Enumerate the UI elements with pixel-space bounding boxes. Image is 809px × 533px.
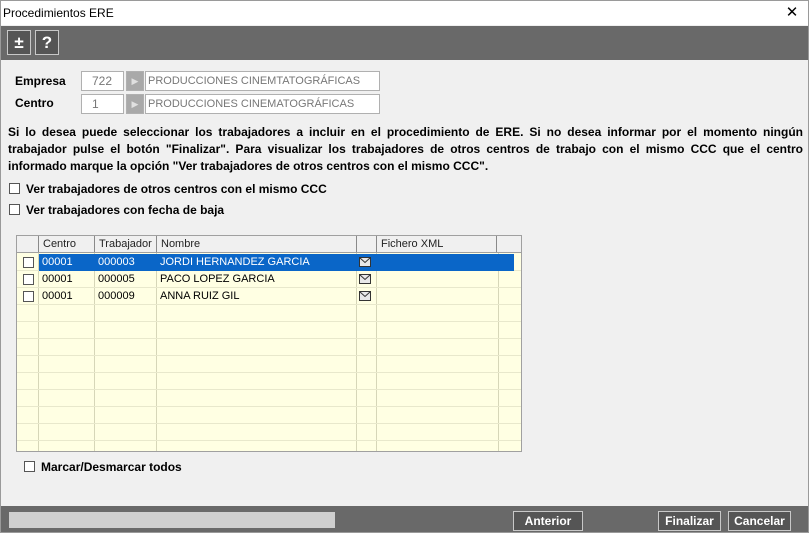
header-nombre[interactable]: Nombre bbox=[157, 236, 357, 252]
bottom-bar: Anterior Finalizar Cancelar bbox=[1, 506, 808, 532]
header-trabajador[interactable]: Trabajador bbox=[95, 236, 157, 252]
empresa-label: Empresa bbox=[15, 74, 66, 88]
select-all-option[interactable]: Marcar/Desmarcar todos bbox=[24, 461, 182, 475]
table-row[interactable]: 00001 000005 PACO LOPEZ GARCIA bbox=[17, 271, 521, 288]
close-icon[interactable]: ✕ bbox=[780, 2, 804, 24]
centro-label: Centro bbox=[15, 96, 54, 110]
leave-date-label: Ver trabajadores con fecha de baja bbox=[26, 203, 225, 217]
cell-centro: 00001 bbox=[42, 273, 73, 285]
envelope-icon[interactable] bbox=[359, 274, 371, 284]
header-fichero-xml[interactable]: Fichero XML bbox=[377, 236, 497, 252]
select-all-label: Marcar/Desmarcar todos bbox=[41, 460, 182, 474]
toolbar: ± ? bbox=[1, 26, 808, 60]
header-check-column bbox=[17, 236, 39, 252]
grid-line bbox=[17, 338, 521, 339]
grid-line bbox=[17, 389, 521, 390]
grid-line bbox=[17, 372, 521, 373]
leave-date-checkbox[interactable] bbox=[9, 204, 20, 216]
leave-date-option[interactable]: Ver trabajadores con fecha de baja bbox=[9, 204, 224, 218]
centro-name-field: PRODUCCIONES CINEMATOGRÁFICAS bbox=[145, 94, 380, 114]
progress-bar bbox=[9, 512, 335, 528]
envelope-icon[interactable] bbox=[359, 291, 371, 301]
empresa-lookup-button[interactable]: ▶ bbox=[126, 71, 144, 91]
cell-fichero-xml bbox=[377, 254, 497, 271]
row-checkbox[interactable] bbox=[23, 291, 34, 302]
cell-nombre: ANNA RUIZ GIL bbox=[160, 290, 240, 302]
empresa-code-field[interactable]: 722 bbox=[81, 71, 124, 91]
cell-centro: 00001 bbox=[42, 290, 73, 302]
cancelar-button[interactable]: Cancelar bbox=[728, 511, 791, 531]
other-centers-option[interactable]: Ver trabajadores de otros centros con el… bbox=[9, 183, 327, 197]
grid-line bbox=[17, 321, 521, 322]
row-checkbox[interactable] bbox=[23, 274, 34, 285]
title-bar: Procedimientos ERE ✕ bbox=[1, 1, 808, 25]
other-centers-checkbox[interactable] bbox=[9, 183, 20, 195]
grid-line bbox=[17, 423, 521, 424]
envelope-icon[interactable] bbox=[359, 257, 371, 267]
table-row[interactable]: 00001 000003 JORDI HERNANDEZ GARCIA bbox=[17, 254, 521, 271]
help-button[interactable]: ? bbox=[35, 30, 59, 55]
window-title: Procedimientos ERE bbox=[3, 6, 114, 20]
cell-fichero-xml bbox=[377, 271, 497, 288]
grid-line bbox=[17, 440, 521, 441]
cell-nombre: JORDI HERNANDEZ GARCIA bbox=[160, 256, 310, 268]
other-centers-label: Ver trabajadores de otros centros con el… bbox=[26, 182, 327, 196]
centro-lookup-button[interactable]: ▶ bbox=[126, 94, 144, 114]
header-centro[interactable]: Centro bbox=[39, 236, 95, 252]
cell-fichero-xml bbox=[377, 288, 497, 305]
empresa-name-field: PRODUCCIONES CINEMTATOGRÁFICAS bbox=[145, 71, 380, 91]
dialog-window: Procedimientos ERE ✕ ± ? Empresa 722 ▶ P… bbox=[0, 0, 809, 533]
cell-trabajador: 000003 bbox=[98, 256, 135, 268]
centro-code-field[interactable]: 1 bbox=[81, 94, 124, 114]
cell-trabajador: 000005 bbox=[98, 273, 135, 285]
table-row[interactable]: 00001 000009 ANNA RUIZ GIL bbox=[17, 288, 521, 305]
grid-line bbox=[17, 406, 521, 407]
info-text: Si lo desea puede seleccionar los trabaj… bbox=[8, 125, 803, 173]
cell-nombre: PACO LOPEZ GARCIA bbox=[160, 273, 275, 285]
arrow-right-icon: ▶ bbox=[131, 99, 139, 109]
row-checkbox[interactable] bbox=[23, 257, 34, 268]
workers-grid: Centro Trabajador Nombre Fichero XML 000… bbox=[16, 235, 522, 452]
grid-header: Centro Trabajador Nombre Fichero XML bbox=[17, 236, 521, 253]
select-all-checkbox[interactable] bbox=[24, 461, 35, 473]
header-icon-column bbox=[357, 236, 377, 252]
grid-line bbox=[17, 355, 521, 356]
finalizar-button[interactable]: Finalizar bbox=[658, 511, 721, 531]
arrow-right-icon: ▶ bbox=[131, 76, 139, 86]
cell-centro: 00001 bbox=[42, 256, 73, 268]
expand-button[interactable]: ± bbox=[7, 30, 31, 55]
anterior-button[interactable]: Anterior bbox=[513, 511, 583, 531]
cell-trabajador: 000009 bbox=[98, 290, 135, 302]
